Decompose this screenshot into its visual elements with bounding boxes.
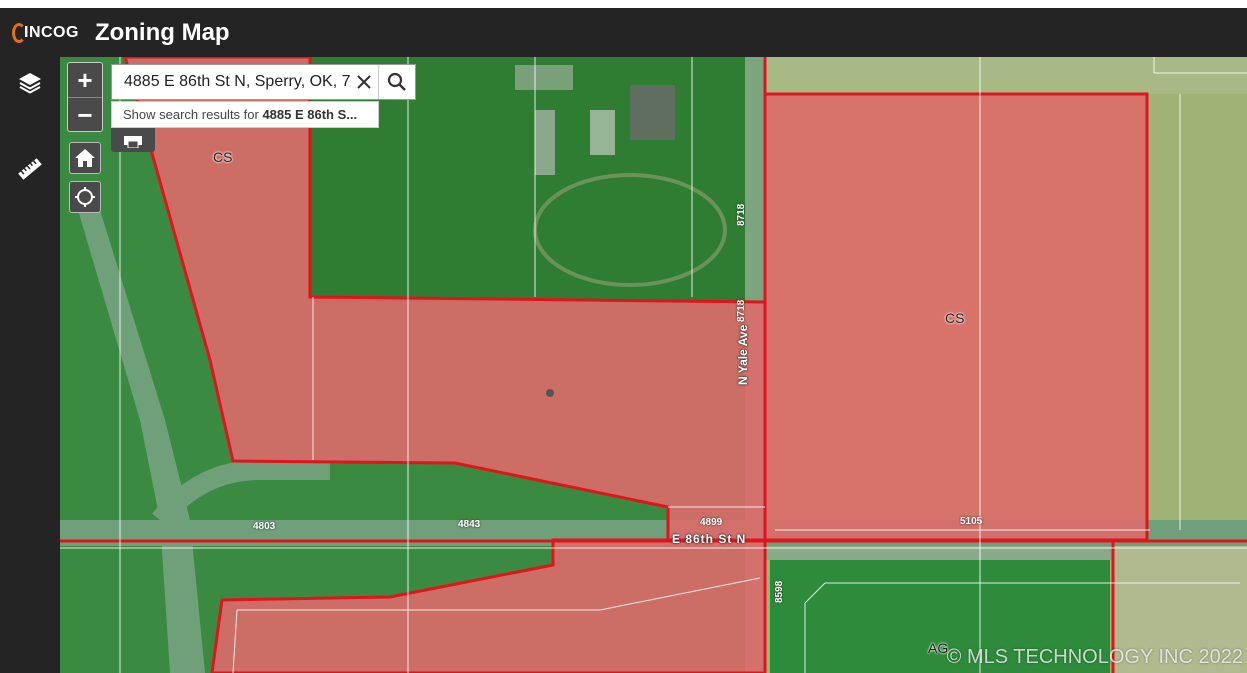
address-number: 8598 xyxy=(774,580,785,603)
locate-icon xyxy=(75,187,95,207)
address-number: 8718 xyxy=(736,299,747,322)
search-button[interactable] xyxy=(378,65,415,99)
zoom-out-button[interactable]: − xyxy=(68,98,102,132)
address-number: 5105 xyxy=(960,516,983,527)
clear-search-button[interactable] xyxy=(350,65,378,99)
zone-label-ag: AG xyxy=(928,640,949,656)
map-canvas[interactable] xyxy=(60,57,1247,673)
copyright-watermark: © MLS TECHNOLOGY INC 2022 xyxy=(946,646,1243,668)
suggestion-prefix: Show search results for xyxy=(123,107,263,122)
search-icon xyxy=(387,72,406,91)
top-strip xyxy=(0,0,1247,8)
home-button[interactable] xyxy=(69,142,101,174)
incog-logo: INCOG xyxy=(12,22,79,43)
layers-icon[interactable] xyxy=(14,67,46,99)
road-label-86th: E 86th St N xyxy=(672,532,747,546)
zoom-in-button[interactable]: + xyxy=(68,63,102,97)
road-label-yale: N Yale Ave xyxy=(736,324,750,385)
suggestion-query: 4885 E 86th S... xyxy=(262,107,358,122)
zoning-map[interactable] xyxy=(60,57,1247,673)
zone-label-cs-west: CS xyxy=(213,149,233,165)
address-number: 4843 xyxy=(458,519,481,530)
zoom-control: + − xyxy=(67,62,103,132)
search-input[interactable]: 4885 E 86th St N, Sperry, OK, 74 xyxy=(112,65,350,99)
address-number: 4803 xyxy=(253,521,276,532)
search-box: 4885 E 86th St N, Sperry, OK, 74 xyxy=(111,64,416,100)
print-icon xyxy=(124,136,142,148)
locate-button[interactable] xyxy=(69,181,101,213)
app-header: INCOG Zoning Map xyxy=(0,8,1247,57)
ruler-icon[interactable] xyxy=(14,153,46,185)
home-icon xyxy=(75,149,95,167)
address-number: 8718 xyxy=(736,203,747,226)
zone-label-cs-east: CS xyxy=(945,310,965,326)
search-suggestion[interactable]: Show search results for 4885 E 86th S... xyxy=(111,101,379,128)
left-sidebar xyxy=(0,57,60,673)
app-title: Zoning Map xyxy=(94,18,230,46)
close-icon xyxy=(357,75,371,89)
print-button[interactable] xyxy=(111,128,155,152)
address-number: 4899 xyxy=(700,517,723,528)
